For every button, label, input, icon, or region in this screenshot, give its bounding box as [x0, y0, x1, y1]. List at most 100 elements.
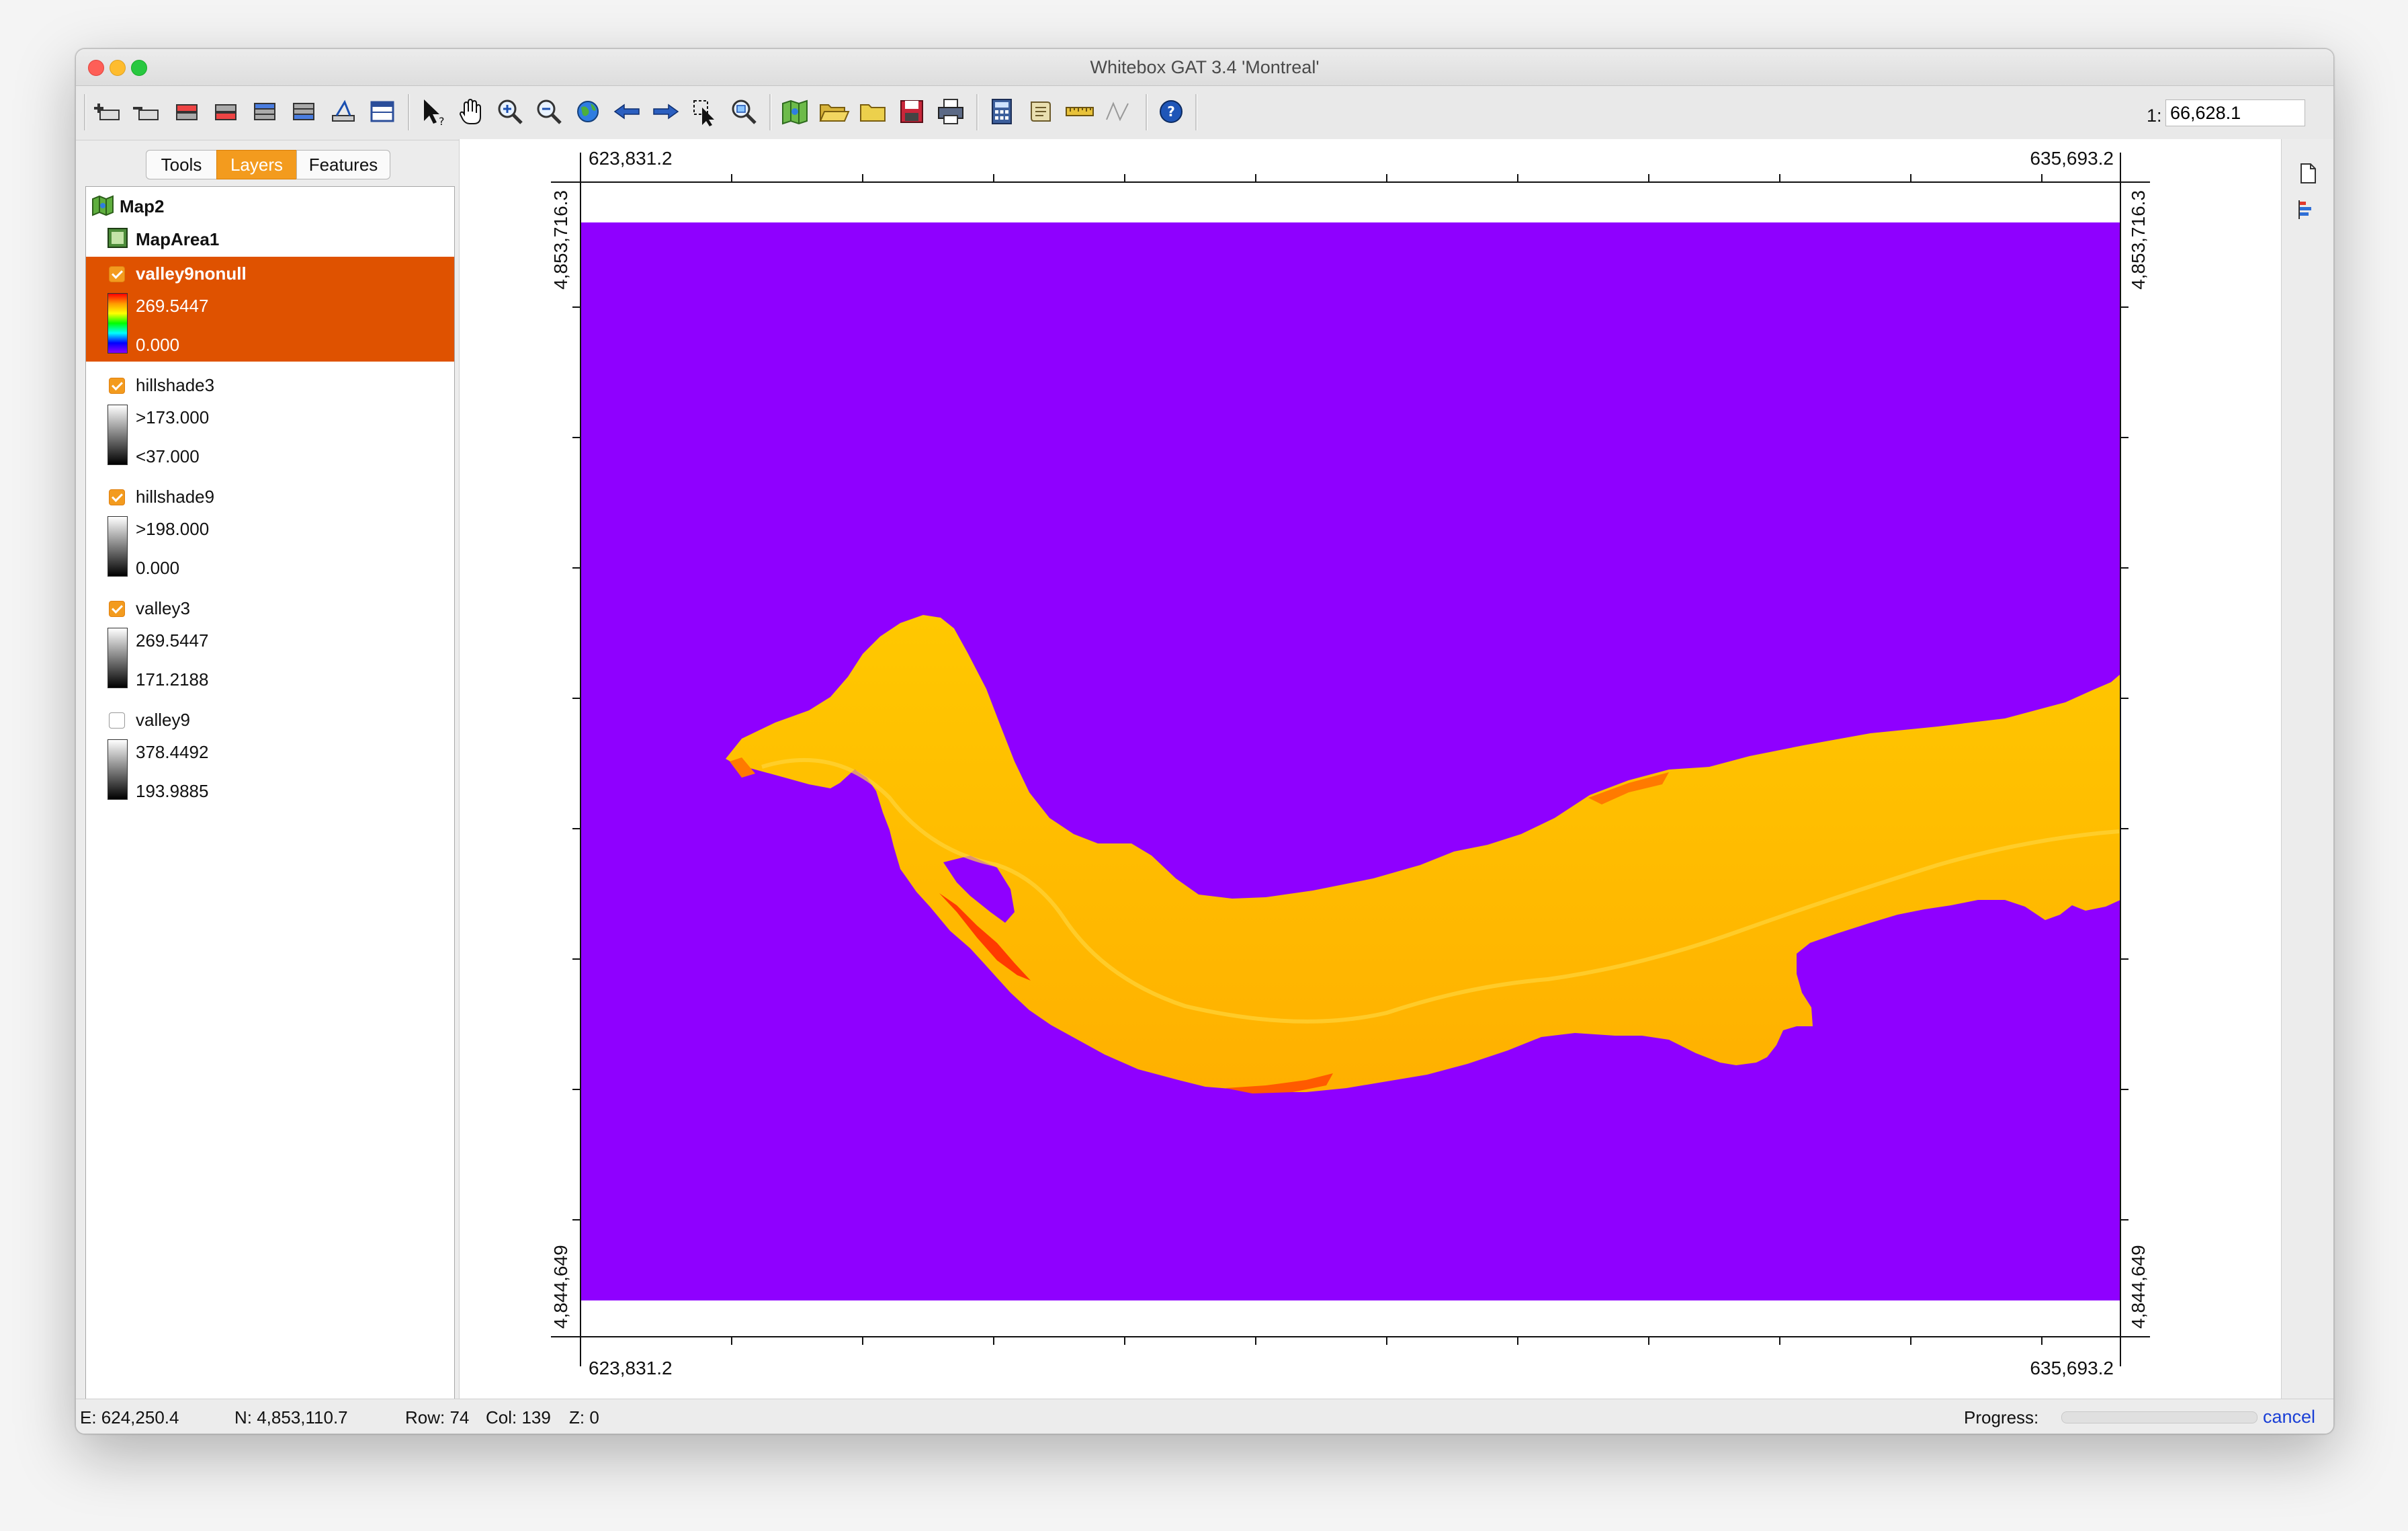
raise-layer-icon	[176, 104, 198, 120]
svg-text:?: ?	[439, 115, 445, 128]
y-min-label-right: 4,844,649	[2128, 1245, 2149, 1329]
layer-max-value: 269.5447	[136, 296, 209, 316]
layer-visibility-checkbox[interactable]	[109, 489, 125, 505]
lower-layer-icon	[215, 104, 236, 120]
tab-tools[interactable]: Tools	[146, 150, 217, 179]
right-axis-ticks	[2120, 306, 2128, 1220]
toolbar: ? ? 1: 66,628.1	[76, 86, 2333, 140]
toolbar-separator	[769, 94, 771, 130]
layer-bottom-icon	[293, 103, 314, 120]
new-map-button[interactable]	[779, 95, 811, 128]
map-view[interactable]: 623,831.2 635,693.2 623,831.2 635,693.2 …	[459, 139, 2282, 1399]
arrow-left-icon	[613, 104, 640, 120]
select-button[interactable]: ?	[416, 95, 448, 128]
layer-item[interactable]: valley9 378.4492 193.9885	[86, 703, 454, 808]
new-document-icon[interactable]	[2296, 162, 2319, 185]
zoom-in-button[interactable]	[494, 95, 526, 128]
layer-name: hillshade3	[136, 375, 215, 395]
greyscale-palette-ramp	[108, 739, 128, 800]
layer-properties-icon	[332, 99, 355, 122]
scripting-button[interactable]	[1025, 95, 1057, 128]
toolbar-separator	[84, 94, 86, 130]
layer-name: hillshade9	[136, 487, 215, 507]
tab-layers[interactable]: Layers	[216, 150, 297, 179]
layer-item[interactable]: hillshade3 >173.000 <37.000	[86, 368, 454, 473]
full-extent-button[interactable]	[572, 95, 604, 128]
next-extent-button[interactable]	[650, 95, 682, 128]
remove-layer-button[interactable]	[132, 95, 165, 128]
layer-visibility-checkbox[interactable]	[109, 712, 125, 729]
layer-min-value: <37.000	[136, 446, 200, 466]
measure-button[interactable]	[1064, 95, 1096, 128]
layer-to-top-button[interactable]	[249, 95, 282, 128]
save-map-button[interactable]	[896, 95, 928, 128]
polyline-icon	[1106, 101, 1129, 122]
open-folder-icon	[819, 104, 850, 122]
lower-layer-button[interactable]	[210, 95, 243, 128]
zoom-out-icon	[537, 99, 562, 124]
previous-extent-button[interactable]	[611, 95, 643, 128]
layer-properties-button[interactable]	[327, 95, 359, 128]
greyscale-palette-ramp	[108, 628, 128, 688]
arrow-right-icon	[653, 104, 679, 120]
map-name: Map2	[120, 196, 165, 216]
zoom-select-icon	[693, 100, 714, 126]
map-scale-input[interactable]	[2165, 99, 2305, 126]
spectrum-palette-ramp	[108, 293, 128, 354]
digitize-button[interactable]	[1103, 95, 1135, 128]
legend-icon[interactable]	[2296, 198, 2319, 221]
x-max-label-bottom: 635,693.2	[2030, 1358, 2114, 1378]
cursor-question-icon: ?	[424, 99, 445, 128]
pan-button[interactable]	[455, 95, 487, 128]
zoom-to-layer-button[interactable]	[728, 95, 760, 128]
map-canvas[interactable]: 623,831.2 635,693.2 623,831.2 635,693.2 …	[460, 139, 2282, 1399]
greyscale-palette-ramp	[108, 516, 128, 577]
attribute-table-button[interactable]	[366, 95, 398, 128]
open-map-button[interactable]	[818, 95, 850, 128]
layer-name: valley9	[136, 710, 190, 730]
layer-item[interactable]: valley3 269.5447 171.2188	[86, 591, 454, 696]
help-button[interactable]: ?	[1155, 95, 1187, 128]
layer-visibility-checkbox[interactable]	[109, 601, 125, 617]
calculator-button[interactable]	[986, 95, 1018, 128]
scale-prefix: 1:	[2147, 106, 2162, 126]
layer-item[interactable]: valley9nonull 269.5447 0.000	[86, 257, 454, 362]
tree-map-node[interactable]: Map2	[86, 192, 454, 218]
table-icon	[370, 101, 394, 122]
map-area-icon	[108, 228, 128, 248]
layer-item[interactable]: hillshade9 >198.000 0.000	[86, 480, 454, 585]
tree-map-area-node[interactable]: MapArea1	[86, 225, 454, 251]
layer-min-value: 193.9885	[136, 781, 209, 801]
layer-visibility-checkbox[interactable]	[109, 266, 125, 282]
top-axis-ticks	[731, 174, 2042, 182]
print-map-button[interactable]	[935, 95, 967, 128]
progress-label: Progress:	[1964, 1407, 2039, 1427]
layer-visibility-checkbox[interactable]	[109, 378, 125, 394]
y-max-label-right: 4,853,716.3	[2128, 190, 2149, 290]
layer-to-bottom-button[interactable]	[288, 95, 320, 128]
layer-max-value: 378.4492	[136, 742, 209, 762]
scroll-icon	[1031, 101, 1051, 122]
layer-name: valley9nonull	[136, 263, 247, 284]
ruler-icon	[1066, 107, 1094, 116]
layer-min-value: 171.2188	[136, 669, 209, 690]
folder-button[interactable]	[857, 95, 889, 128]
northing-readout: N: 4,853,110.7	[234, 1407, 348, 1427]
zoom-in-icon	[498, 99, 523, 124]
print-icon	[938, 99, 963, 124]
raise-layer-button[interactable]	[171, 95, 204, 128]
hand-icon	[459, 98, 481, 124]
zoom-out-button[interactable]	[533, 95, 565, 128]
title-bar: Whitebox GAT 3.4 'Montreal'	[76, 49, 2333, 86]
calculator-icon	[992, 99, 1012, 124]
help-icon: ?	[1160, 100, 1182, 123]
add-layer-button[interactable]	[93, 95, 126, 128]
cancel-link[interactable]: cancel	[2263, 1407, 2315, 1427]
tab-features[interactable]: Features	[296, 150, 390, 179]
map-area-name: MapArea1	[136, 229, 220, 249]
zoom-layer-icon	[732, 99, 757, 124]
toolbar-separator	[976, 94, 978, 130]
layer-max-value: >198.000	[136, 519, 210, 539]
x-min-label-top: 623,831.2	[589, 148, 673, 169]
zoom-to-selection-button[interactable]	[689, 95, 721, 128]
